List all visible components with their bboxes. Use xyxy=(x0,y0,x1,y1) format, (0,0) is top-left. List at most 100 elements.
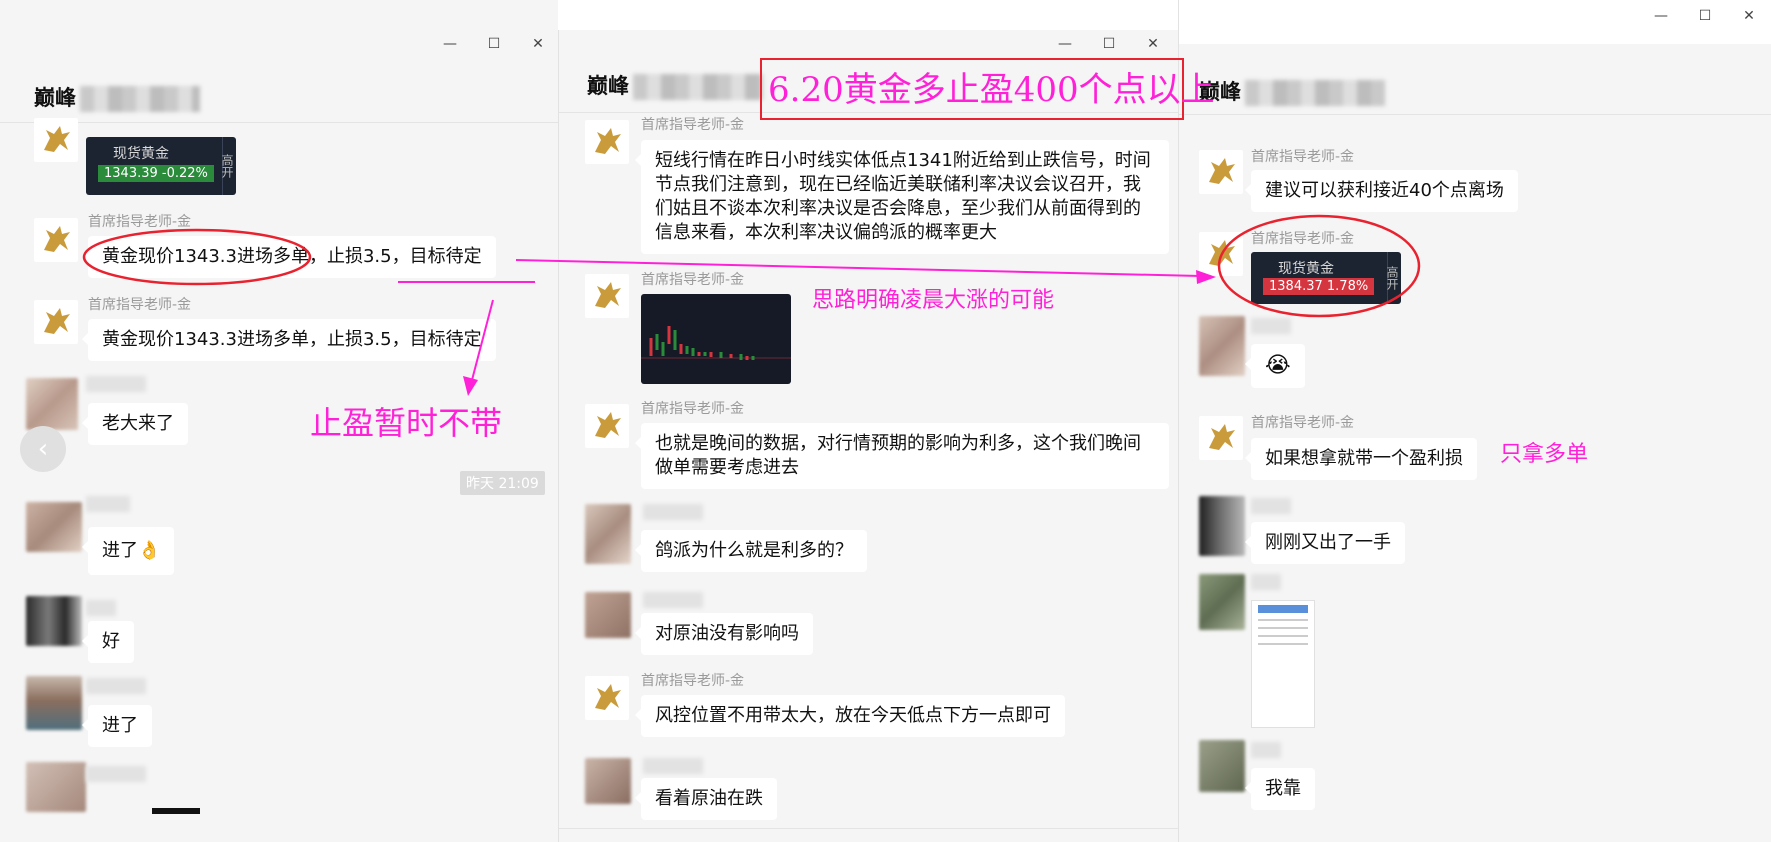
cursor-bar xyxy=(152,808,200,814)
user-avatar[interactable] xyxy=(1199,496,1245,556)
chat-title: 巅峰 xyxy=(587,70,763,100)
stock-side: 高开 xyxy=(220,137,236,195)
sender-name-blurred xyxy=(86,376,146,392)
screenshot-image[interactable] xyxy=(1251,600,1315,728)
teacher-avatar[interactable] xyxy=(1199,416,1243,460)
sender-name: 首席指导老师-金 xyxy=(641,117,745,133)
close-button[interactable]: ✕ xyxy=(516,30,558,58)
stock-card[interactable]: 现货黄金 1384.37 1.78% 高开 xyxy=(1251,252,1401,304)
close-button[interactable]: ✕ xyxy=(1131,30,1175,58)
stock-side: 高开 xyxy=(1385,252,1401,304)
teacher-avatar[interactable] xyxy=(585,404,629,448)
headline-annotation: 6.20黄金多止盈400个点以上 xyxy=(768,70,1215,110)
user-avatar[interactable] xyxy=(26,378,78,430)
title-blur xyxy=(1245,80,1385,106)
message-bubble[interactable]: 黄金现价1343.3进场多单，止损3.5，目标待定 xyxy=(82,319,496,361)
message-bubble[interactable]: 对原油没有影响吗 xyxy=(635,613,813,655)
user-avatar[interactable] xyxy=(585,592,631,638)
pegasus-logo-icon xyxy=(1209,240,1235,266)
sender-name-blurred xyxy=(643,504,703,520)
message-bubble[interactable]: 建议可以获利接近40个点离场 xyxy=(1245,170,1518,212)
user-avatar[interactable] xyxy=(1199,316,1245,376)
teacher-avatar[interactable] xyxy=(585,274,629,318)
stock-value: 1343.39 -0.22% xyxy=(98,165,214,182)
chat-title: 巅峰 xyxy=(1199,76,1385,106)
message-bubble[interactable]: 😭 xyxy=(1245,344,1305,388)
user-avatar[interactable] xyxy=(26,596,82,646)
no-take-profit-annotation: 止盈暂时不带 xyxy=(310,404,503,442)
minimize-button[interactable]: — xyxy=(1043,30,1087,58)
user-avatar[interactable] xyxy=(585,504,631,564)
minimize-button[interactable]: — xyxy=(1639,2,1683,30)
screenshot-line xyxy=(1258,643,1308,645)
user-avatar[interactable] xyxy=(26,502,82,552)
teacher-avatar[interactable] xyxy=(34,118,78,162)
screenshot-line xyxy=(1258,635,1308,637)
window-controls: — ☐ ✕ xyxy=(428,30,558,58)
message-bubble[interactable]: 好 xyxy=(82,621,134,663)
teacher-avatar[interactable] xyxy=(585,120,629,164)
stock-name: 现货黄金 xyxy=(113,146,169,162)
sender-name-blurred xyxy=(1251,574,1281,590)
teacher-avatar[interactable] xyxy=(34,300,78,344)
message-bubble[interactable]: 短线行情在昨日小时线实体低点1341附近给到止跌信号，时间节点我们注意到，现在已… xyxy=(635,140,1169,254)
screenshot-line xyxy=(1258,619,1308,621)
chat-window-middle: — ☐ ✕ 巅峰 首席指导老师-金 短线行情在昨日小时线实体低点1341附近给到… xyxy=(558,30,1178,842)
message-bubble[interactable]: 看着原油在跌 xyxy=(635,778,777,820)
screenshot-line xyxy=(1258,627,1308,629)
message-bubble[interactable]: 我靠 xyxy=(1245,768,1315,810)
message-bubble[interactable]: 如果想拿就带一个盈利损 xyxy=(1245,438,1477,480)
sender-name-blurred xyxy=(1251,318,1291,334)
teacher-avatar[interactable] xyxy=(1199,150,1243,194)
sender-name-blurred xyxy=(643,758,703,774)
user-avatar[interactable] xyxy=(26,762,86,812)
pegasus-logo-icon xyxy=(44,308,70,334)
header-divider xyxy=(0,122,558,123)
message-bubble[interactable]: 进了 xyxy=(82,705,152,747)
candlestick-chart-image[interactable] xyxy=(641,294,791,384)
teacher-avatar[interactable] xyxy=(34,218,78,262)
outlook-annotation: 思路明确凌晨大涨的可能 xyxy=(812,288,1055,313)
pegasus-logo-icon xyxy=(595,282,621,308)
user-avatar[interactable] xyxy=(1199,740,1245,792)
title-blur xyxy=(80,86,200,112)
close-button[interactable]: ✕ xyxy=(1727,2,1771,30)
long-only-annotation: 只拿多单 xyxy=(1500,442,1589,467)
sender-name: 首席指导老师-金 xyxy=(641,272,745,288)
stock-name: 现货黄金 xyxy=(1278,261,1334,277)
message-bubble[interactable]: 也就是晚间的数据，对行情预期的影响为利多，这个我们晚间做单需要考虑进去 xyxy=(635,423,1169,489)
pegasus-logo-icon xyxy=(595,412,621,438)
message-bubble[interactable]: 进了👌 xyxy=(81,527,175,575)
candlestick-chart-icon xyxy=(641,326,791,360)
minimize-button[interactable]: — xyxy=(428,30,472,58)
sender-name-blurred xyxy=(86,600,116,616)
sender-name-blurred xyxy=(86,766,146,782)
sender-name: 首席指导老师-金 xyxy=(641,401,745,417)
maximize-button[interactable]: ☐ xyxy=(1683,2,1727,30)
maximize-button[interactable]: ☐ xyxy=(1087,30,1131,58)
user-avatar[interactable] xyxy=(1199,574,1245,630)
message-bubble[interactable]: 鸽派为什么就是利多的？ xyxy=(635,530,867,572)
message-bubble[interactable]: 黄金现价1343.3进场多单，止损3.5，目标待定 xyxy=(82,236,496,278)
user-avatar[interactable] xyxy=(26,676,82,730)
teacher-avatar[interactable] xyxy=(1199,232,1243,276)
message-bubble[interactable]: 老大来了 xyxy=(82,403,188,445)
user-avatar[interactable] xyxy=(585,758,631,804)
teacher-avatar[interactable] xyxy=(585,676,629,720)
sender-name-blurred xyxy=(86,678,146,694)
pegasus-logo-icon xyxy=(1209,158,1235,184)
chevron-left-icon[interactable]: ‹ xyxy=(20,426,66,472)
time-badge: 昨天 21:09 xyxy=(460,471,545,495)
input-divider xyxy=(559,828,1178,829)
sender-name: 首席指导老师-金 xyxy=(1251,415,1355,431)
stock-card[interactable]: 现货黄金 1343.39 -0.22% 高开 xyxy=(86,137,236,195)
maximize-button[interactable]: ☐ xyxy=(472,30,516,58)
sender-name: 首席指导老师-金 xyxy=(1251,231,1355,247)
sender-name-blurred xyxy=(86,496,130,512)
header-divider xyxy=(1179,114,1771,115)
chat-window-right: — ☐ ✕ 巅峰 首席指导老师-金 建议可以获利接近40个点离场 首席指导老师-… xyxy=(1178,0,1771,842)
pegasus-logo-icon xyxy=(1209,424,1235,450)
message-bubble[interactable]: 刚刚又出了一手 xyxy=(1245,522,1405,564)
title-blur xyxy=(633,74,763,100)
message-bubble[interactable]: 风控位置不用带太大，放在今天低点下方一点即可 xyxy=(635,695,1065,737)
